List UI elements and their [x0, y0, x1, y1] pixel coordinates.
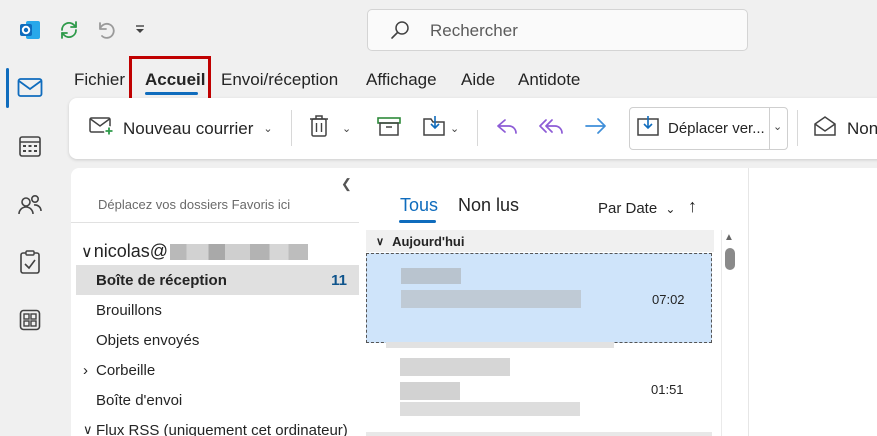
archive-button[interactable] — [376, 98, 402, 159]
new-mail-icon — [89, 115, 115, 142]
mail-icon[interactable] — [14, 72, 46, 104]
tab-aide[interactable]: Aide — [461, 70, 495, 90]
sort-direction-icon[interactable]: ↑ — [688, 196, 697, 217]
chevron-right-icon[interactable]: › — [83, 362, 88, 379]
chevron-down-icon[interactable]: ⌄ — [342, 122, 351, 135]
redacted-sender — [400, 358, 510, 376]
folder-label: Boîte de réception — [96, 271, 227, 289]
tab-unread[interactable]: Non lus — [458, 195, 519, 216]
search-placeholder: Rechercher — [430, 21, 518, 40]
reply-button[interactable] — [495, 98, 519, 159]
ribbon: Nouveau courrier ⌄ ⌄ ⌄ Déplacer ver... ⌄… — [69, 98, 877, 159]
chevron-down-icon[interactable]: ∨ — [83, 422, 93, 436]
tasks-icon[interactable] — [14, 246, 46, 278]
tab-affichage[interactable]: Affichage — [366, 70, 437, 90]
move-to-icon — [636, 114, 660, 143]
chevron-down-icon[interactable]: ⌄ — [773, 120, 782, 133]
reading-pane — [748, 168, 877, 436]
tab-envoi-reception[interactable]: Envoi/réception — [221, 70, 338, 90]
ribbon-divider — [797, 110, 798, 146]
redacted-preview — [400, 402, 580, 416]
group-label: Aujourd'hui — [392, 233, 465, 249]
folder-pane: ❮ Déplacez vos dossiers Favoris ici ∨ ni… — [71, 168, 366, 436]
message-item[interactable]: 01:51 — [366, 346, 712, 436]
folder-label: Flux RSS (uniquement cet ordinateur) — [96, 421, 348, 436]
move-to-button[interactable]: Déplacer ver... ⌄ — [629, 107, 788, 150]
folder-rss[interactable]: ∨ Flux RSS (uniquement cet ordinateur) — [76, 415, 359, 436]
tab-fichier[interactable]: Fichier — [74, 70, 125, 90]
chevron-down-icon[interactable]: ⌄ — [450, 122, 459, 135]
redacted-subject — [401, 290, 581, 308]
folder-label: Boîte d'envoi — [96, 391, 183, 409]
calendar-icon[interactable] — [14, 130, 46, 162]
folder-sent[interactable]: Objets envoyés — [76, 325, 359, 355]
customize-toolbar-icon[interactable] — [124, 14, 156, 46]
undo-icon[interactable] — [89, 14, 121, 46]
new-mail-label: Nouveau courrier — [123, 118, 254, 138]
list-divider — [366, 432, 712, 436]
redacted-email — [170, 243, 309, 260]
collapse-pane-icon[interactable]: ❮ — [341, 176, 352, 192]
scroll-up-icon[interactable]: ▲ — [724, 232, 734, 243]
message-list: Tous Non lus Par Date ⌄ ↑ ∨ Aujourd'hui … — [366, 168, 748, 436]
move-folder-button[interactable]: ⌄ — [422, 98, 459, 159]
redacted-subject — [400, 382, 460, 400]
highlight-box — [129, 56, 211, 101]
read-unread-label: Non — [847, 118, 877, 138]
forward-icon — [583, 116, 609, 141]
favorites-hint: Déplacez vos dossiers Favoris ici — [98, 197, 291, 212]
account-name: nicolas@ — [93, 241, 169, 261]
unread-count: 11 — [331, 271, 347, 289]
apps-icon[interactable] — [14, 304, 46, 336]
redacted-sender — [401, 268, 461, 284]
message-item[interactable]: 07:02 — [366, 253, 712, 343]
folder-label: Objets envoyés — [96, 331, 200, 349]
tab-antidote[interactable]: Antidote — [518, 70, 580, 90]
delete-icon — [308, 114, 330, 143]
folder-label: Corbeille — [96, 361, 156, 379]
rail-active-indicator — [6, 68, 9, 108]
folder-label: Brouillons — [96, 301, 162, 319]
move-to-label: Déplacer ver... — [668, 120, 765, 137]
reply-all-icon — [538, 116, 564, 141]
favorites-divider — [71, 222, 359, 223]
folder-outbox[interactable]: Boîte d'envoi — [76, 385, 359, 415]
archive-icon — [376, 115, 402, 142]
move-to-split — [769, 108, 770, 149]
move-folder-icon — [422, 114, 448, 143]
reply-all-button[interactable] — [538, 98, 564, 159]
group-header[interactable]: ∨ Aujourd'hui — [366, 230, 714, 252]
scrollbar-track — [721, 230, 722, 436]
new-mail-button[interactable]: Nouveau courrier ⌄ — [89, 98, 273, 159]
chevron-down-icon: ∨ — [376, 235, 385, 248]
message-time: 07:02 — [652, 292, 685, 307]
tab-all[interactable]: Tous — [400, 195, 438, 216]
envelope-open-icon — [813, 115, 837, 142]
message-time: 01:51 — [651, 382, 684, 397]
chevron-down-icon: ⌄ — [665, 202, 676, 216]
sort-label: Par Date — [598, 200, 658, 217]
sort-dropdown[interactable]: Par Date ⌄ — [598, 200, 675, 217]
folder-inbox[interactable]: Boîte de réception 11 — [76, 265, 359, 295]
people-icon[interactable] — [14, 189, 46, 221]
read-unread-button[interactable]: Non — [813, 98, 877, 159]
account-header[interactable]: ∨ nicolas@ — [81, 241, 309, 262]
search-icon — [390, 20, 410, 45]
reply-icon — [495, 116, 519, 141]
folder-drafts[interactable]: Brouillons — [76, 295, 359, 325]
folder-trash[interactable]: › Corbeille — [76, 355, 359, 385]
chevron-down-icon[interactable]: ⌄ — [263, 122, 272, 135]
title-bar: Rechercher — [0, 0, 877, 60]
chevron-down-icon: ∨ — [81, 243, 93, 261]
delete-button[interactable]: ⌄ — [308, 98, 351, 159]
ribbon-divider — [477, 110, 478, 146]
scrollbar-thumb[interactable] — [725, 248, 735, 270]
active-filter-underline — [399, 220, 436, 223]
sync-icon[interactable] — [53, 14, 85, 46]
ribbon-divider — [291, 110, 292, 146]
forward-button[interactable] — [583, 98, 609, 159]
search-box[interactable]: Rechercher — [367, 9, 748, 51]
outlook-logo-icon — [14, 14, 46, 46]
